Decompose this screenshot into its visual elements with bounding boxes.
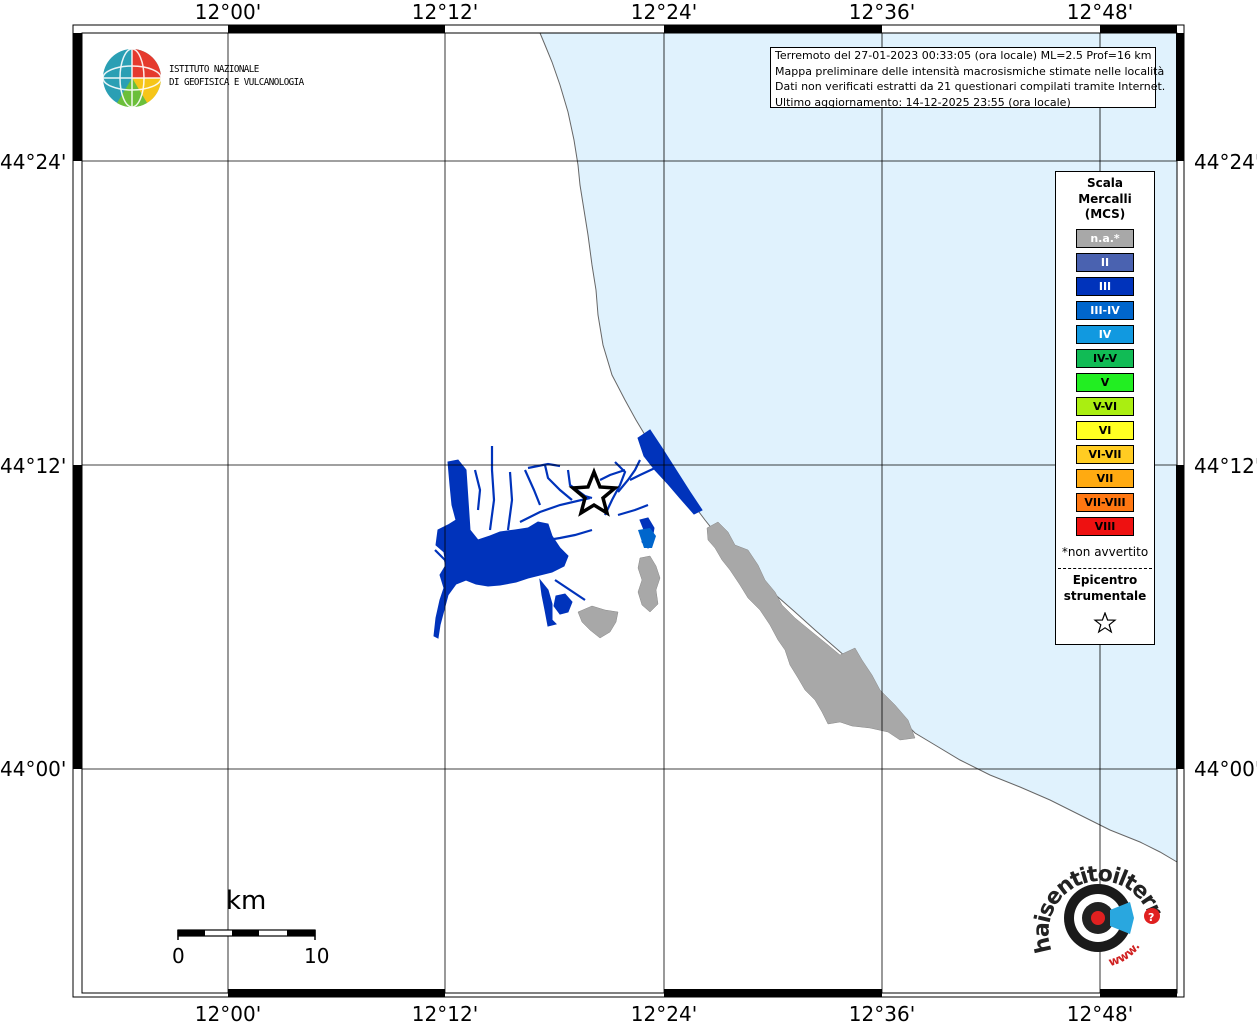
legend-star-icon (1093, 612, 1117, 634)
legend-item: V-VI (1076, 397, 1134, 416)
legend-item: VIII (1076, 517, 1134, 536)
legend-title-line1: Scala (1086, 176, 1124, 190)
ingv-globe-icon (102, 48, 162, 108)
svg-text:?: ? (1148, 911, 1154, 924)
scale-bar-graphic (177, 929, 316, 940)
legend-item: III-IV (1076, 301, 1134, 320)
info-line-data-source: Dati non verificati estratti da 21 quest… (775, 80, 1166, 93)
legend-separator (1058, 568, 1152, 569)
legend-item: V (1076, 373, 1134, 392)
legend-item: VI (1076, 421, 1134, 440)
legend-item: III (1076, 277, 1134, 296)
legend-title: Scala Mercalli (MCS) (1056, 176, 1154, 223)
scale-max: 10 (304, 944, 330, 968)
scale-unit: km (226, 886, 267, 916)
institute-name: ISTITUTO NAZIONALE DI GEOFISICA E VULCAN… (169, 63, 304, 89)
legend-item: VII (1076, 469, 1134, 488)
institute-name-line2: DI GEOFISICA E VULCANOLOGIA (169, 77, 304, 88)
institute-name-line1: ISTITUTO NAZIONALE (169, 64, 259, 75)
legend-title-line2: Mercalli (1078, 191, 1132, 206)
earthquake-info-box: Terremoto del 27-01-2023 00:33:05 (ora l… (770, 47, 1166, 109)
legend-epicenter-label: Epicentro strumentale (1056, 572, 1154, 604)
mcs-legend: Scala Mercalli (MCS) n.a.* II III III-IV IV I… (1055, 171, 1155, 645)
info-line-description: Mappa preliminare delle intensità macros… (775, 64, 1165, 78)
legend-item: IV (1076, 325, 1134, 344)
haisentito-logo[interactable]: haisentitoilterremoto.it www. ? (1019, 837, 1170, 974)
scale-bar: km 0 10 (170, 886, 330, 976)
legend-epicenter-line1: Epicentro (1072, 573, 1138, 587)
legend-item: II (1076, 253, 1134, 272)
haisentito-logo-icon: haisentitoilterremoto.it www. ? (1019, 837, 1168, 969)
area-intensity-III (433, 429, 703, 639)
legend-item: IV-V (1076, 349, 1134, 368)
legend-note: *non avvertito (1061, 545, 1149, 559)
legend-title-line3: (MCS) (1084, 207, 1126, 221)
legend-item: n.a.* (1076, 229, 1134, 248)
legend-item: VI-VII (1076, 445, 1134, 464)
area-not-available-inland-1 (637, 555, 661, 613)
info-line-updated: Ultimo aggiornamento: 14-12-2025 23:55 (… (775, 95, 1071, 109)
legend-epicenter-line2: strumentale (1063, 589, 1147, 603)
area-not-available-inland-2 (577, 605, 619, 639)
scale-min: 0 (172, 944, 185, 968)
legend-item: VII-VIII (1076, 493, 1134, 512)
info-line-event: Terremoto del 27-01-2023 00:33:05 (ora l… (775, 49, 1152, 62)
